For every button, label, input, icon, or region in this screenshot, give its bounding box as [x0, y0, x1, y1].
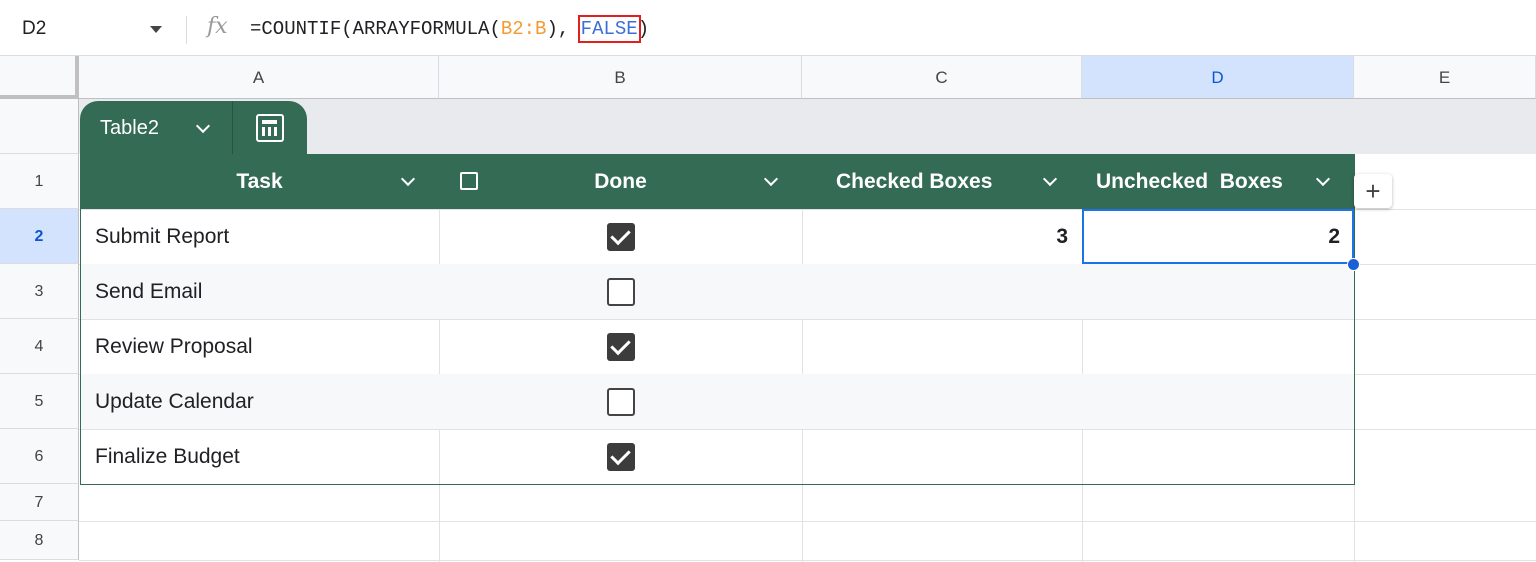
fill-handle[interactable] — [1347, 258, 1360, 271]
gridline — [79, 560, 1536, 561]
task-cell[interactable]: Send Email — [80, 264, 439, 319]
calculator-keys — [262, 127, 277, 136]
row-header-3[interactable]: 3 — [0, 264, 79, 319]
column-header-e[interactable]: E — [1354, 56, 1536, 99]
header-label: Task — [236, 170, 283, 193]
column-header-c[interactable]: C — [802, 56, 1082, 99]
formula-bar: D2 fx =COUNTIF(ARRAYFORMULA(B2:B), FALSE… — [0, 0, 1536, 56]
task-cell[interactable]: Finalize Budget — [80, 429, 439, 484]
header-unchecked-boxes[interactable]: Unchecked Boxes — [1082, 154, 1355, 209]
name-box-dropdown-icon[interactable] — [150, 26, 162, 33]
formula-text: ) — [637, 18, 650, 40]
column-header-a[interactable]: A — [79, 56, 439, 99]
table-name-tab[interactable]: Table2 — [80, 101, 307, 155]
formula-false-highlight: FALSE — [577, 15, 641, 43]
calculator-icon[interactable] — [256, 114, 284, 142]
divider — [232, 101, 233, 155]
checkbox-done-1[interactable] — [607, 223, 635, 251]
gridline — [79, 521, 1536, 522]
checkbox-done-5[interactable] — [607, 443, 635, 471]
checkbox-done-3[interactable] — [607, 333, 635, 361]
formula-text: ), — [546, 18, 581, 40]
formula-text: =COUNTIF(ARRAYFORMULA( — [250, 18, 501, 40]
header-label: Done — [594, 170, 647, 193]
checkbox-done-4[interactable] — [607, 388, 635, 416]
table-name[interactable]: Table2 — [100, 117, 159, 140]
header-label: Unchecked Boxes — [1096, 170, 1283, 193]
header-label: Checked Boxes — [836, 170, 993, 193]
select-all-corner[interactable] — [0, 56, 79, 99]
row-header-4[interactable]: 4 — [0, 319, 79, 374]
column-header-d[interactable]: D — [1082, 56, 1354, 99]
task-cell[interactable]: Submit Report — [80, 209, 439, 264]
row-header-5[interactable]: 5 — [0, 374, 79, 429]
header-done[interactable]: Done — [439, 154, 802, 209]
chevron-down-icon[interactable] — [195, 118, 211, 134]
fx-icon: fx — [207, 14, 228, 39]
row-header-2[interactable]: 2 — [0, 209, 79, 264]
formula-range: B2:B — [500, 18, 547, 40]
column-header-b[interactable]: B — [439, 56, 802, 99]
divider — [186, 16, 187, 44]
header-task[interactable]: Task — [80, 154, 439, 209]
row-header-1[interactable]: 1 — [0, 154, 79, 209]
header-checked-boxes[interactable]: Checked Boxes — [802, 154, 1082, 209]
row-header-7[interactable]: 7 — [0, 484, 79, 521]
task-cell[interactable]: Review Proposal — [80, 319, 439, 374]
add-column-button[interactable]: + — [1354, 174, 1392, 208]
formula-input[interactable]: =COUNTIF(ARRAYFORMULA(B2:B), FALSE) — [250, 15, 650, 43]
task-cell[interactable]: Update Calendar — [80, 374, 439, 429]
checkbox-done-2[interactable] — [607, 278, 635, 306]
checked-count-cell[interactable]: 3 — [802, 209, 1082, 264]
unchecked-count-cell-selected[interactable]: 2 — [1082, 209, 1354, 264]
row-header-blank — [0, 99, 79, 154]
checkbox-type-icon — [460, 172, 478, 190]
row-header-6[interactable]: 6 — [0, 429, 79, 484]
calculator-display — [262, 120, 277, 124]
row-header-8[interactable]: 8 — [0, 521, 79, 560]
name-box[interactable]: D2 — [22, 18, 46, 40]
